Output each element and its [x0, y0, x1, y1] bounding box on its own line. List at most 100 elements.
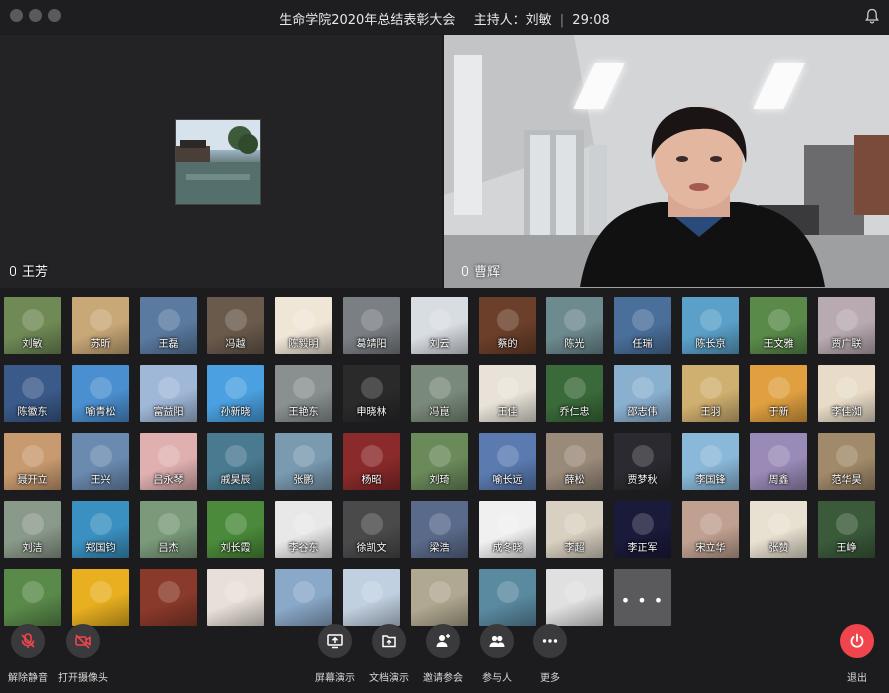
- participant-tile[interactable]: 贾梦秋: [614, 433, 671, 490]
- participant-name: 刘云: [429, 339, 450, 350]
- participant-name: 任瑞: [632, 339, 653, 350]
- avatar: [564, 445, 586, 467]
- participant-tile[interactable]: 苏昕: [72, 297, 129, 354]
- participant-tile[interactable]: 申晓林: [343, 365, 400, 422]
- avatar: [225, 309, 247, 331]
- participant-tile[interactable]: 陈毅明: [275, 297, 332, 354]
- avatar: [768, 309, 790, 331]
- participant-tile[interactable]: 乔仁忠: [546, 365, 603, 422]
- participant-tile[interactable]: 孙新晓: [207, 365, 264, 422]
- participant-tile[interactable]: 范华昊: [818, 433, 875, 490]
- participant-name: 申晓林: [356, 407, 387, 418]
- participant-tile[interactable]: 宋立华: [682, 501, 739, 558]
- participant-tile[interactable]: 陈光: [546, 297, 603, 354]
- avatar: [225, 581, 247, 603]
- participant-name: 刘琦: [429, 475, 450, 486]
- participant-tile[interactable]: 聂开立: [4, 433, 61, 490]
- more-dots: • • •: [620, 591, 665, 610]
- avatar: [293, 513, 315, 535]
- participant-tile[interactable]: 李超: [546, 501, 603, 558]
- participant-tile[interactable]: 王文雅: [750, 297, 807, 354]
- participant-tile[interactable]: 李正军: [614, 501, 671, 558]
- participant-tile[interactable]: 葛靖阳: [343, 297, 400, 354]
- participant-name: 王艳东: [288, 407, 319, 418]
- participant-tile[interactable]: 吕杰: [140, 501, 197, 558]
- avatar: [700, 445, 722, 467]
- participant-tile[interactable]: 任瑞: [614, 297, 671, 354]
- participant-tile[interactable]: 刘敏: [4, 297, 61, 354]
- unmute-button[interactable]: 解除静音: [0, 624, 58, 684]
- avatar: [293, 377, 315, 399]
- camera-off-icon: [75, 634, 91, 649]
- participant-name: 冯越: [225, 339, 246, 350]
- invite-button[interactable]: 邀请参会: [413, 624, 473, 684]
- participant-tile[interactable]: 成冬晓: [479, 501, 536, 558]
- participant-tile[interactable]: 李谷东: [275, 501, 332, 558]
- participant-tile[interactable]: 薛松: [546, 433, 603, 490]
- leave-meeting-button[interactable]: 退出: [827, 624, 887, 684]
- participant-name: 刘长霞: [220, 543, 251, 554]
- participant-tile[interactable]: 刘琦: [411, 433, 468, 490]
- participant-tile[interactable]: 张赞: [750, 501, 807, 558]
- avatar: [361, 309, 383, 331]
- video-tile-right[interactable]: 曹辉: [444, 35, 889, 288]
- participant-tile[interactable]: 陈长京: [682, 297, 739, 354]
- participant-tile[interactable]: 吕永琴: [140, 433, 197, 490]
- participant-tile[interactable]: 李佳洳: [818, 365, 875, 422]
- participant-tile[interactable]: 王峥: [818, 501, 875, 558]
- add-user-icon: [436, 634, 450, 647]
- avatar: [768, 513, 790, 535]
- participant-tile[interactable]: 王兴: [72, 433, 129, 490]
- avatar: [632, 445, 654, 467]
- share-screen-button[interactable]: 屏幕演示: [305, 624, 365, 684]
- participant-name: 薛松: [564, 475, 585, 486]
- more-button[interactable]: 更多: [520, 624, 580, 684]
- participant-tile[interactable]: 徐凯文: [343, 501, 400, 558]
- participant-name: 张赞: [768, 543, 789, 554]
- participant-tile[interactable]: 蔡的: [479, 297, 536, 354]
- participant-tile[interactable]: 冯越: [207, 297, 264, 354]
- participant-tile[interactable]: 贾广联: [818, 297, 875, 354]
- participant-tile[interactable]: 刘云: [411, 297, 468, 354]
- start-camera-button[interactable]: 打开摄像头: [53, 624, 113, 684]
- participant-tile[interactable]: 张鹏: [275, 433, 332, 490]
- participant-name: 葛靖阳: [356, 339, 387, 350]
- participants-button[interactable]: 参与人: [467, 624, 527, 684]
- participant-tile[interactable]: 刘长霞: [207, 501, 264, 558]
- participant-name: 李国锋: [695, 475, 726, 486]
- participant-tile[interactable]: 王艳东: [275, 365, 332, 422]
- participant-tile[interactable]: 喻长远: [479, 433, 536, 490]
- participant-tile[interactable]: 王羽: [682, 365, 739, 422]
- participant-tile[interactable]: 喻青松: [72, 365, 129, 422]
- participant-tile[interactable]: 于新: [750, 365, 807, 422]
- participant-tile[interactable]: 戚昊辰: [207, 433, 264, 490]
- participant-tile[interactable]: 梁浩: [411, 501, 468, 558]
- participant-tile[interactable]: 王佳: [479, 365, 536, 422]
- avatar: [22, 581, 44, 603]
- avatar: [293, 581, 315, 603]
- participant-tile[interactable]: 邵志伟: [614, 365, 671, 422]
- participant-tile[interactable]: 富益阳: [140, 365, 197, 422]
- participant-name: 陈毅明: [288, 339, 319, 350]
- participant-tile[interactable]: 李国锋: [682, 433, 739, 490]
- video-tile-left[interactable]: 王芳: [0, 35, 442, 288]
- participants-icon: [489, 635, 505, 647]
- share-document-button[interactable]: 文档演示: [359, 624, 419, 684]
- participant-tile[interactable]: 郑国钧: [72, 501, 129, 558]
- avatar: [429, 377, 451, 399]
- participant-name: 郑国钧: [85, 543, 116, 554]
- participant-video: [580, 107, 825, 287]
- participant-name: 陈长京: [695, 339, 726, 350]
- participant-tile[interactable]: 周鑫: [750, 433, 807, 490]
- avatar: [158, 377, 180, 399]
- participant-tile[interactable]: 王磊: [140, 297, 197, 354]
- participant-tile[interactable]: 杨昭: [343, 433, 400, 490]
- avatar: [700, 513, 722, 535]
- bell-icon[interactable]: [865, 8, 879, 24]
- participant-tile[interactable]: 刘洁: [4, 501, 61, 558]
- participant-name: 徐凯文: [356, 543, 387, 554]
- participant-tile[interactable]: 陈徽东: [4, 365, 61, 422]
- participant-tile[interactable]: 冯崑: [411, 365, 468, 422]
- avatar: [225, 513, 247, 535]
- avatar: [225, 445, 247, 467]
